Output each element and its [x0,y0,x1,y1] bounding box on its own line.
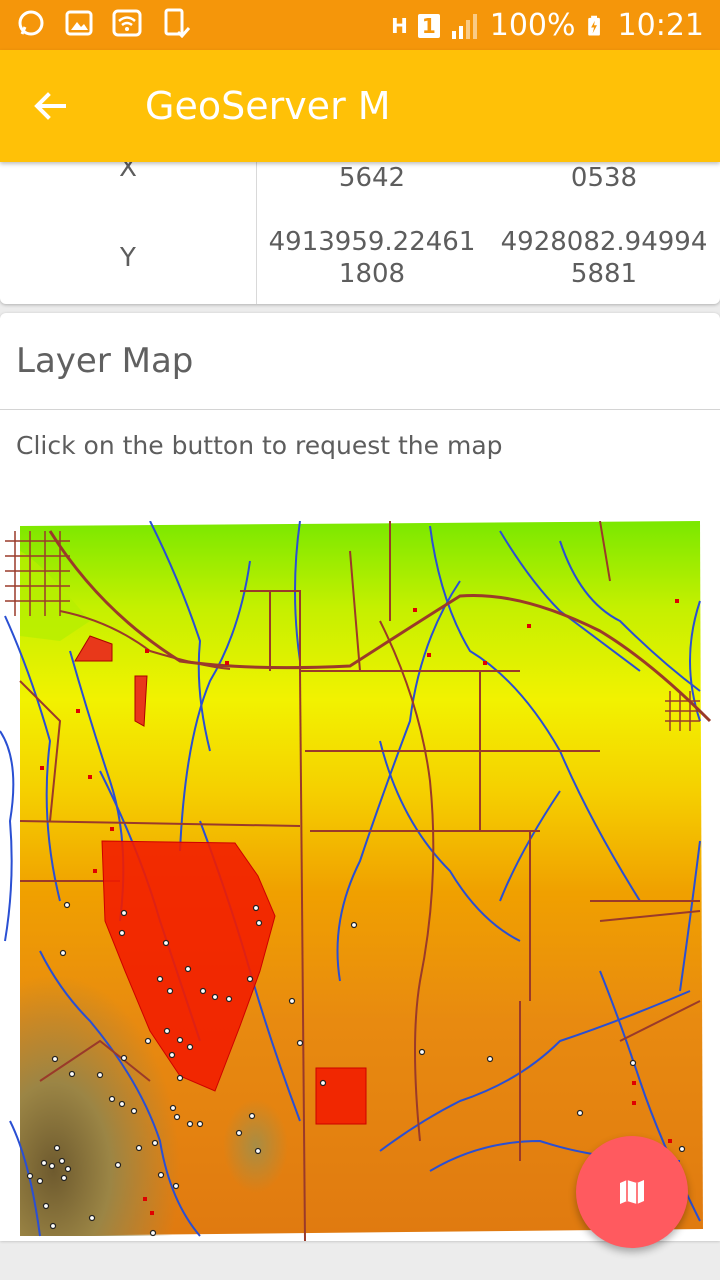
app-title: GeoServer M [145,84,391,128]
clock: 10:21 [617,8,704,43]
layer-map-image[interactable] [0,521,720,1241]
battery-level: 100% [489,8,576,43]
arrow-back-icon[interactable] [28,84,72,128]
layer-map-heading: Layer Map [16,341,194,381]
status-notifications [16,8,190,38]
row-x-min: 5642 [338,163,406,193]
signal-icon [451,13,477,39]
network-type: H [391,13,408,38]
status-system: H 1 100% 10:21 [391,8,704,43]
row-y-min: 4913959.22461 1808 [268,227,476,289]
row-y-max: 4928082.94994 5881 [500,227,708,289]
request-map-button[interactable] [576,1136,688,1248]
sim-slot: 1 [417,13,440,38]
zone-polygon-square [315,1067,367,1125]
bbox-table-card: X 5642 0538 Y 4913959.22461 1808 4928082… [0,150,720,304]
whatsapp-icon [18,10,44,36]
row-y-label: Y [120,243,136,273]
image-icon [65,10,93,36]
row-x-max: 0538 [570,163,638,193]
app-bar: GeoServer M [0,50,720,162]
map-icon [620,1180,644,1204]
phone-check-icon [164,8,190,38]
card-divider [0,409,720,410]
battery-charging-icon [587,15,600,36]
wifi-icon [112,9,142,37]
status-bar: H 1 100% 10:21 [0,0,720,50]
layer-map-hint: Click on the button to request the map [16,431,503,460]
